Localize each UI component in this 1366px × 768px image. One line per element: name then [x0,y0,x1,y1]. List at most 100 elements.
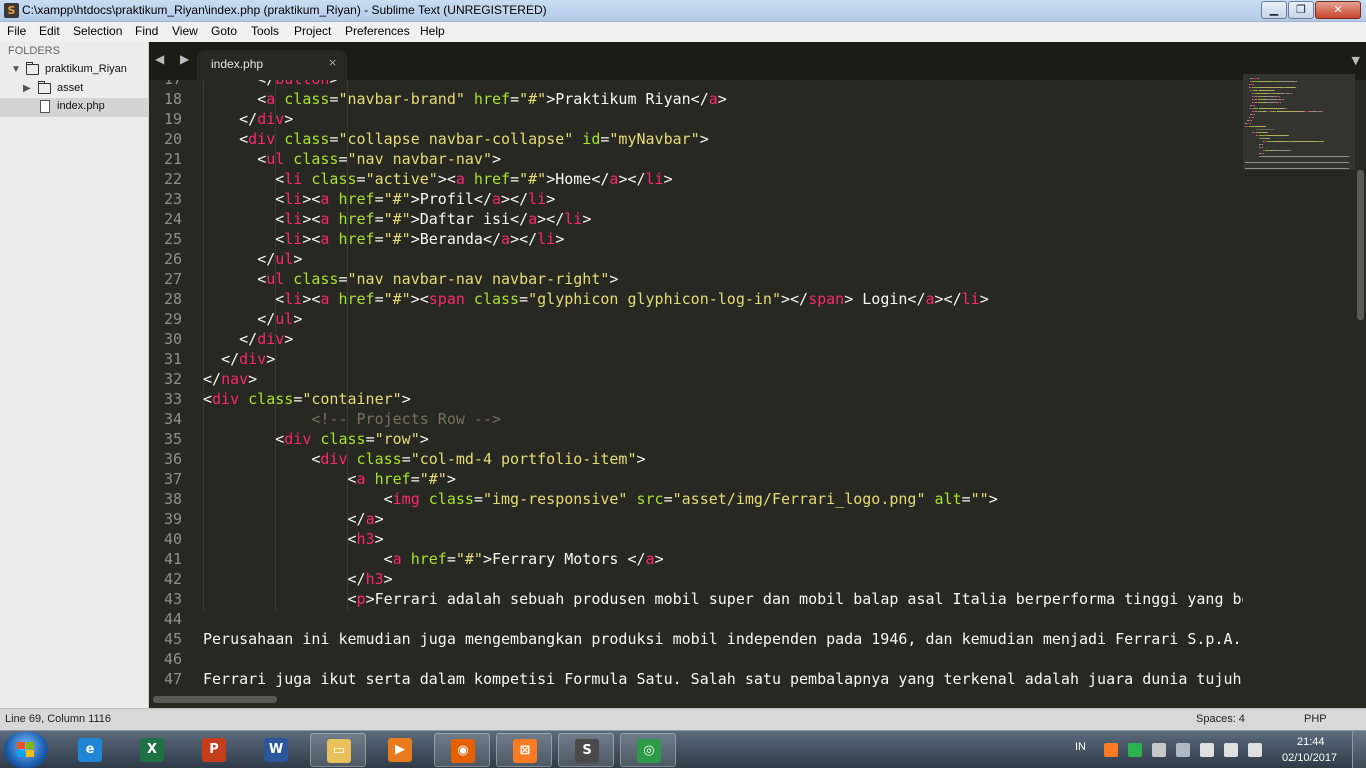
tree-item-asset[interactable]: ▶ asset [0,80,149,99]
vertical-scrollbar[interactable] [1355,80,1366,690]
menu-project[interactable]: Project [294,24,331,38]
minimap-line [1249,123,1251,124]
menu-find[interactable]: Find [135,24,158,38]
tab-index-php[interactable]: index.php × [197,50,347,80]
language-indicator[interactable]: IN [1075,741,1086,753]
minimap[interactable] [1243,74,1355,690]
menu-goto[interactable]: Goto [211,24,237,38]
maximize-button[interactable]: ❐ [1288,1,1314,19]
xampp-tray-icon[interactable] [1104,743,1118,757]
code-line: <h3> [203,530,384,550]
triangle-tray-icon[interactable] [1128,743,1142,757]
code-token: a [925,290,935,308]
code-token: li [961,290,980,308]
code-token: </ [347,570,366,588]
chevron-right-icon[interactable]: ▶ [23,83,31,94]
code-token: </ [239,110,258,128]
tree-item-label: index.php [57,100,105,112]
menu-tools[interactable]: Tools [251,24,279,38]
taskbar-word[interactable]: W [248,733,304,767]
clock-time[interactable]: 21:44 [1297,736,1325,748]
code-token: div [212,390,240,408]
taskbar-internet-explorer[interactable]: e [62,733,118,767]
tab-menu-chevron-down-icon[interactable]: ▼ [1352,54,1360,67]
code-token: < [383,490,393,508]
code-token: div [248,130,276,148]
code-token: > [293,250,303,268]
syntax-setting[interactable]: PHP [1304,713,1327,725]
code-token: = [473,490,483,508]
menu-help[interactable]: Help [420,24,445,38]
vertical-scroll-thumb[interactable] [1357,170,1364,320]
battery-tray-icon[interactable] [1200,743,1214,757]
taskbar-sublime-text[interactable]: S [558,733,614,767]
code-token: div [320,450,348,468]
code-token: "active" [365,170,438,188]
minimize-button[interactable]: ▁ [1261,1,1287,19]
minimap-line [1258,81,1272,82]
minimap-line [1291,141,1317,142]
code-token: > [266,350,276,368]
tree-item-index-php[interactable]: index.php [0,98,149,117]
close-button[interactable]: ✕ [1315,1,1361,19]
minimap-line [1266,132,1268,133]
code-token: = [374,230,384,248]
volume-tray-icon[interactable] [1248,743,1262,757]
code-token: href [365,470,411,488]
menu-file[interactable]: File [7,24,26,38]
taskbar-excel[interactable]: X [124,733,180,767]
show-desktop-button[interactable] [1352,731,1366,768]
minimap-line [1257,78,1259,79]
horizontal-scrollbar[interactable] [149,690,1366,708]
code-token: "collapse navbar-collapse" [338,130,574,148]
indentation-setting[interactable]: Spaces: 4 [1196,713,1245,725]
code-token: > [374,510,384,528]
menu-preferences[interactable]: Preferences [345,24,410,38]
horizontal-scroll-thumb[interactable] [153,696,277,703]
code-token: "asset/img/Ferrari_logo.png" [672,490,926,508]
taskbar-chrome[interactable]: ◎ [620,733,676,767]
code-token: a [708,90,718,108]
minimap-line [1288,135,1290,136]
code-token: < [275,190,285,208]
code-token: div [257,330,285,348]
minimap-line [1253,117,1254,118]
internet-explorer-icon: e [78,738,102,762]
taskbar-firefox[interactable]: ◉ [434,733,490,767]
minimap-line [1265,102,1275,103]
code-token: "#" [383,290,411,308]
menu-view[interactable]: View [172,24,198,38]
tab-label: index.php [211,57,264,71]
minimap-line [1255,129,1275,130]
code-token: button [275,80,329,88]
code-token: li [537,230,556,248]
menu-selection[interactable]: Selection [73,24,122,38]
menu-edit[interactable]: Edit [39,24,60,38]
code-token: a [266,90,276,108]
flag-tray-icon[interactable] [1152,743,1166,757]
taskbar-explorer[interactable]: ▭ [310,733,366,767]
chevron-down-icon[interactable]: ▼ [11,64,21,75]
code-token: class [284,150,339,168]
tab-nav-arrows-icon[interactable]: ◀ ▶ [155,52,195,66]
display-tray-icon[interactable] [1176,743,1190,757]
minimap-line [1265,99,1278,100]
start-button[interactable] [4,732,48,768]
taskbar-media-player[interactable]: ▶ [372,733,428,767]
clock-date[interactable]: 02/10/2017 [1282,752,1337,764]
taskbar-powerpoint[interactable]: P [186,733,242,767]
code-editor[interactable]: </button> <a class="navbar-brand" href="… [203,80,1243,690]
tree-item-root[interactable]: ▼ praktikum_Riyan [0,61,149,80]
taskbar-xampp[interactable]: ⊠ [496,733,552,767]
code-token: a [528,210,538,228]
close-icon[interactable]: × [328,56,337,69]
signal-tray-icon[interactable] [1224,743,1238,757]
code-token: span [808,290,845,308]
code-token: >< [302,230,321,248]
